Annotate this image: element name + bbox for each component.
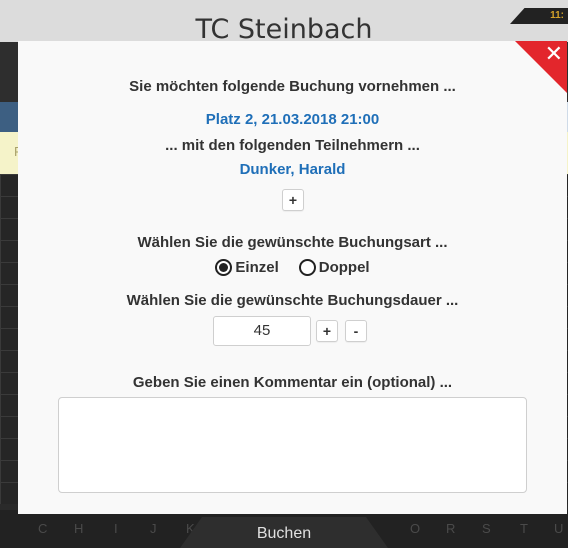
duration-decrease-button[interactable]: -	[345, 320, 367, 342]
bottom-letter: S	[482, 521, 491, 536]
participants-heading: ... mit den folgenden Teilnehmern ...	[165, 137, 420, 154]
bottom-letter: R	[446, 521, 456, 536]
add-participant-button[interactable]: +	[282, 189, 304, 211]
bottom-letter: H	[74, 521, 84, 536]
bottom-letter: I	[114, 521, 118, 536]
participant-name[interactable]: Dunker, Harald	[18, 161, 567, 178]
book-button[interactable]: Buchen	[180, 517, 388, 548]
radio-unchecked-icon[interactable]	[298, 259, 316, 276]
comment-textarea[interactable]	[58, 397, 527, 493]
duration-increase-button[interactable]: +	[316, 320, 338, 342]
radio-doppel-label[interactable]: Doppel	[319, 259, 370, 276]
radio-einzel[interactable]: Einzel	[215, 259, 279, 276]
dialog-heading: Sie möchten folgende Buchung vornehmen .…	[129, 78, 456, 95]
duration-input[interactable]: 45	[213, 316, 311, 346]
bottom-letter: O	[410, 521, 421, 536]
booking-type-group: Einzel Doppel	[18, 259, 567, 276]
radio-checked-icon[interactable]	[215, 259, 233, 276]
bottom-letter: J	[150, 521, 157, 536]
radio-einzel-label[interactable]: Einzel	[235, 259, 278, 276]
close-icon[interactable]: ✕	[545, 41, 563, 69]
booking-dialog: ✕ Sie möchten folgende Buchung vornehmen…	[18, 41, 567, 514]
duration-heading: Wählen Sie die gewünschte Buchungsdauer …	[126, 292, 459, 309]
booking-type-heading: Wählen Sie die gewünschte Buchungsart ..…	[137, 234, 448, 251]
comment-heading: Geben Sie einen Kommentar ein (optional)…	[132, 374, 453, 391]
bottom-letter: T	[520, 521, 528, 536]
bottom-letter: C	[38, 521, 48, 536]
date-bar-edge	[0, 102, 20, 132]
radio-doppel[interactable]: Doppel	[298, 259, 370, 276]
booking-info: Platz 2, 21.03.2018 21:00	[205, 111, 380, 128]
bottom-letter: U	[554, 521, 564, 536]
